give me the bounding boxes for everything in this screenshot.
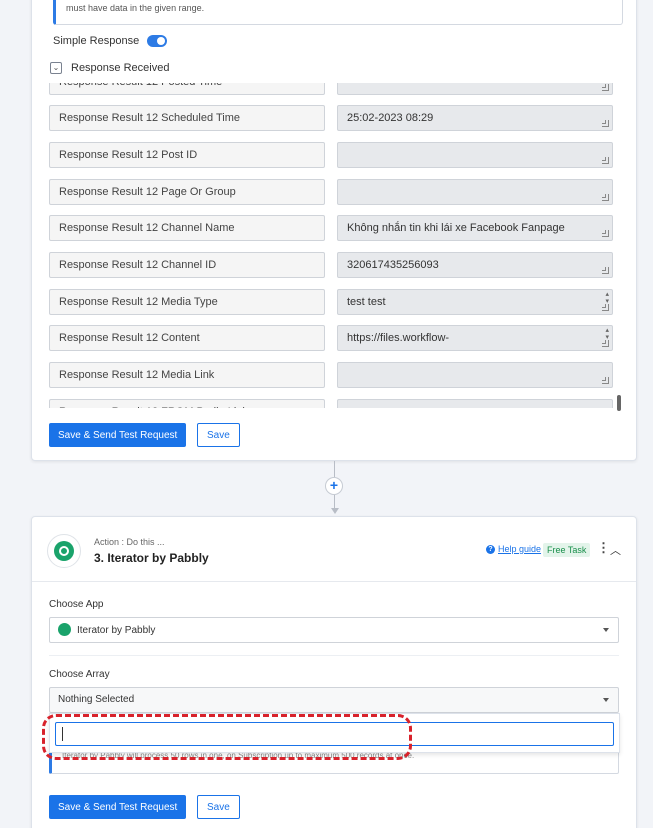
save-button[interactable]: Save [197, 423, 240, 447]
caret-down-icon [603, 628, 609, 632]
save-button[interactable]: Save [197, 795, 240, 819]
connector-line [334, 495, 335, 508]
notice-text: must have data in the given range. [66, 3, 205, 13]
action-subtitle: Action : Do this ... [94, 537, 165, 547]
field-value-text: 25:02-2023 08:29 [347, 112, 434, 124]
step-card-iterator: Action : Do this ... 3. Iterator by Pabb… [31, 516, 637, 828]
field-row: Response Result 12 Media Type test test ▴… [49, 289, 615, 315]
action-title: 3. Iterator by Pabbly [94, 551, 209, 565]
choose-array-select[interactable]: Nothing Selected [49, 687, 619, 713]
field-value-text: 320617435256093 [347, 259, 439, 271]
choose-app-label: Choose App [49, 599, 104, 610]
field-value[interactable]: 25:02-2023 08:29 [337, 105, 613, 131]
divider [49, 655, 619, 656]
field-value[interactable]: Không nhắn tin khi lái xe Facebook Fanpa… [337, 215, 613, 241]
field-value[interactable] [337, 142, 613, 168]
save-send-test-button[interactable]: Save & Send Test Request [49, 423, 187, 447]
caret-down-icon [603, 698, 609, 702]
resize-grip-icon[interactable] [602, 230, 609, 237]
field-label: Response Result 12 Posted Time [49, 83, 325, 95]
field-row: Response Result 12 Channel ID 3206174352… [49, 252, 615, 278]
chevron-up-icon[interactable]: ︿ [610, 542, 621, 558]
array-value: Nothing Selected [58, 694, 135, 705]
response-received-toggle[interactable]: ⌄ Response Received [50, 62, 169, 74]
field-row: Response Result 12 FROM Podio Link [49, 399, 615, 408]
resize-grip-icon[interactable] [602, 120, 609, 127]
scroll-arrows-icon[interactable]: ▴ ▾ [605, 327, 609, 341]
resize-grip-icon[interactable] [602, 157, 609, 164]
save-send-test-button[interactable]: Save & Send Test Request [49, 795, 187, 819]
field-value-text: https://files.workflow- [347, 332, 450, 344]
field-label: Response Result 12 Media Type [49, 289, 325, 315]
field-value-text: Không nhắn tin khi lái xe Facebook Fanpa… [347, 222, 565, 234]
simple-response-toggle[interactable] [147, 35, 168, 47]
field-value[interactable]: https://files.workflow- ▴ ▾ [337, 325, 613, 351]
arrow-down-icon [331, 508, 339, 514]
response-received-label: Response Received [71, 62, 170, 74]
field-label: Response Result 12 Channel Name [49, 215, 325, 241]
add-step-button[interactable]: + [325, 477, 343, 495]
chevron-down-icon[interactable]: ⌄ [50, 62, 62, 74]
response-fields-scroll[interactable]: Response Result 12 Posted Time Response … [49, 83, 629, 408]
resize-grip-icon[interactable] [602, 84, 609, 91]
resize-grip-icon[interactable] [602, 194, 609, 201]
field-row-partial: Response Result 12 Posted Time [49, 83, 615, 95]
field-row: Response Result 12 Media Link [49, 362, 615, 388]
help-guide-link[interactable]: ? Help guide [486, 544, 541, 554]
field-row: Response Result 12 Content https://files… [49, 325, 615, 351]
field-label: Response Result 12 Scheduled Time [49, 105, 325, 131]
iterator-logo-icon [58, 623, 71, 636]
resize-grip-icon[interactable] [602, 377, 609, 384]
help-guide-label: Help guide [498, 544, 542, 554]
resize-grip-icon[interactable] [602, 267, 609, 274]
field-row: Response Result 12 Page Or Group [49, 179, 615, 205]
simple-response-row: Simple Response [53, 35, 168, 47]
header-divider [32, 581, 636, 582]
scroll-arrows-icon[interactable]: ▴ ▾ [605, 291, 609, 305]
field-label: Response Result 12 Page Or Group [49, 179, 325, 205]
iterator-app-logo [47, 534, 81, 568]
field-row: Response Result 12 Scheduled Time 25:02-… [49, 105, 615, 131]
iterator-logo-icon [54, 541, 74, 561]
field-row: Response Result 12 Channel Name Không nh… [49, 215, 615, 241]
field-label: Response Result 12 FROM Podio Link [49, 399, 325, 408]
field-label: Response Result 12 Post ID [49, 142, 325, 168]
info-notice: must have data in the given range. [53, 0, 623, 25]
scrollbar-thumb[interactable] [617, 395, 621, 411]
field-value[interactable]: 320617435256093 [337, 252, 613, 278]
connector-line [334, 461, 335, 477]
field-value[interactable] [337, 362, 613, 388]
field-label: Response Result 12 Media Link [49, 362, 325, 388]
choose-app-select[interactable]: Iterator by Pabbly [49, 617, 619, 643]
resize-grip-icon[interactable] [602, 340, 609, 347]
resize-grip-icon[interactable] [602, 304, 609, 311]
step-card-response: must have data in the given range. Simpl… [31, 0, 637, 461]
simple-response-label: Simple Response [53, 35, 140, 47]
field-value[interactable] [337, 399, 613, 408]
field-label: Response Result 12 Channel ID [49, 252, 325, 278]
field-label: Response Result 12 Content [49, 325, 325, 351]
field-value[interactable] [337, 179, 613, 205]
field-value[interactable]: test test ▴ ▾ [337, 289, 613, 315]
highlight-annotation [42, 714, 412, 760]
question-icon: ? [486, 544, 495, 554]
field-row: Response Result 12 Post ID [49, 142, 615, 168]
field-value-text: test test [347, 296, 386, 308]
free-task-badge: Free Task [543, 543, 591, 557]
more-options-icon[interactable]: ⋮ [597, 541, 610, 554]
app-value: Iterator by Pabbly [77, 625, 156, 637]
field-value[interactable] [337, 83, 613, 95]
choose-array-label: Choose Array [49, 669, 110, 680]
